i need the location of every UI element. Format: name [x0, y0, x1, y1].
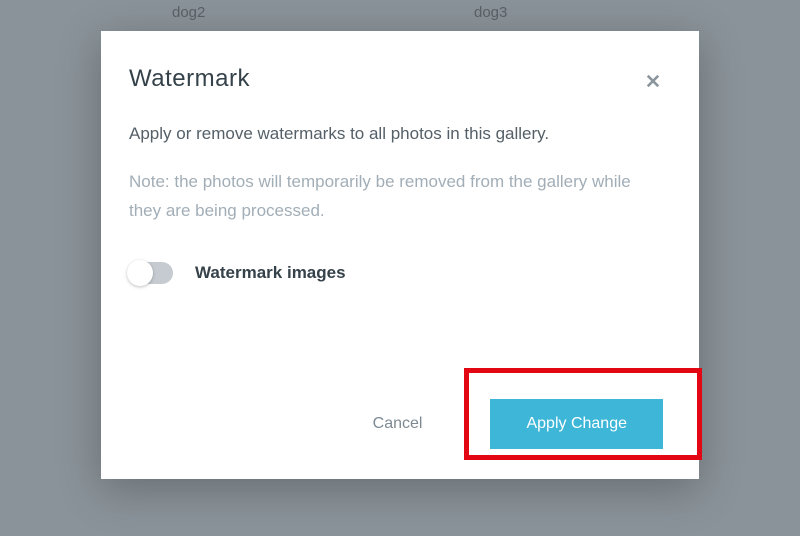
modal-footer: Cancel Apply Change — [373, 399, 663, 449]
watermark-toggle-label: Watermark images — [195, 263, 346, 283]
toggle-knob — [127, 260, 153, 286]
watermark-toggle-row: Watermark images — [129, 262, 663, 284]
modal-header: Watermark — [129, 65, 663, 93]
modal-title: Watermark — [129, 65, 250, 93]
watermark-modal: Watermark Apply or remove watermarks to … — [101, 31, 699, 479]
thumbnail-label: dog3 — [474, 4, 507, 21]
thumbnail-label: dog2 — [172, 4, 205, 21]
close-icon — [644, 72, 662, 90]
apply-change-button[interactable]: Apply Change — [490, 399, 663, 449]
modal-note: Note: the photos will temporarily be rem… — [129, 167, 663, 227]
cancel-button[interactable]: Cancel — [373, 415, 423, 433]
close-button[interactable] — [643, 71, 663, 91]
modal-description: Apply or remove watermarks to all photos… — [129, 121, 663, 147]
watermark-toggle[interactable] — [129, 262, 173, 284]
